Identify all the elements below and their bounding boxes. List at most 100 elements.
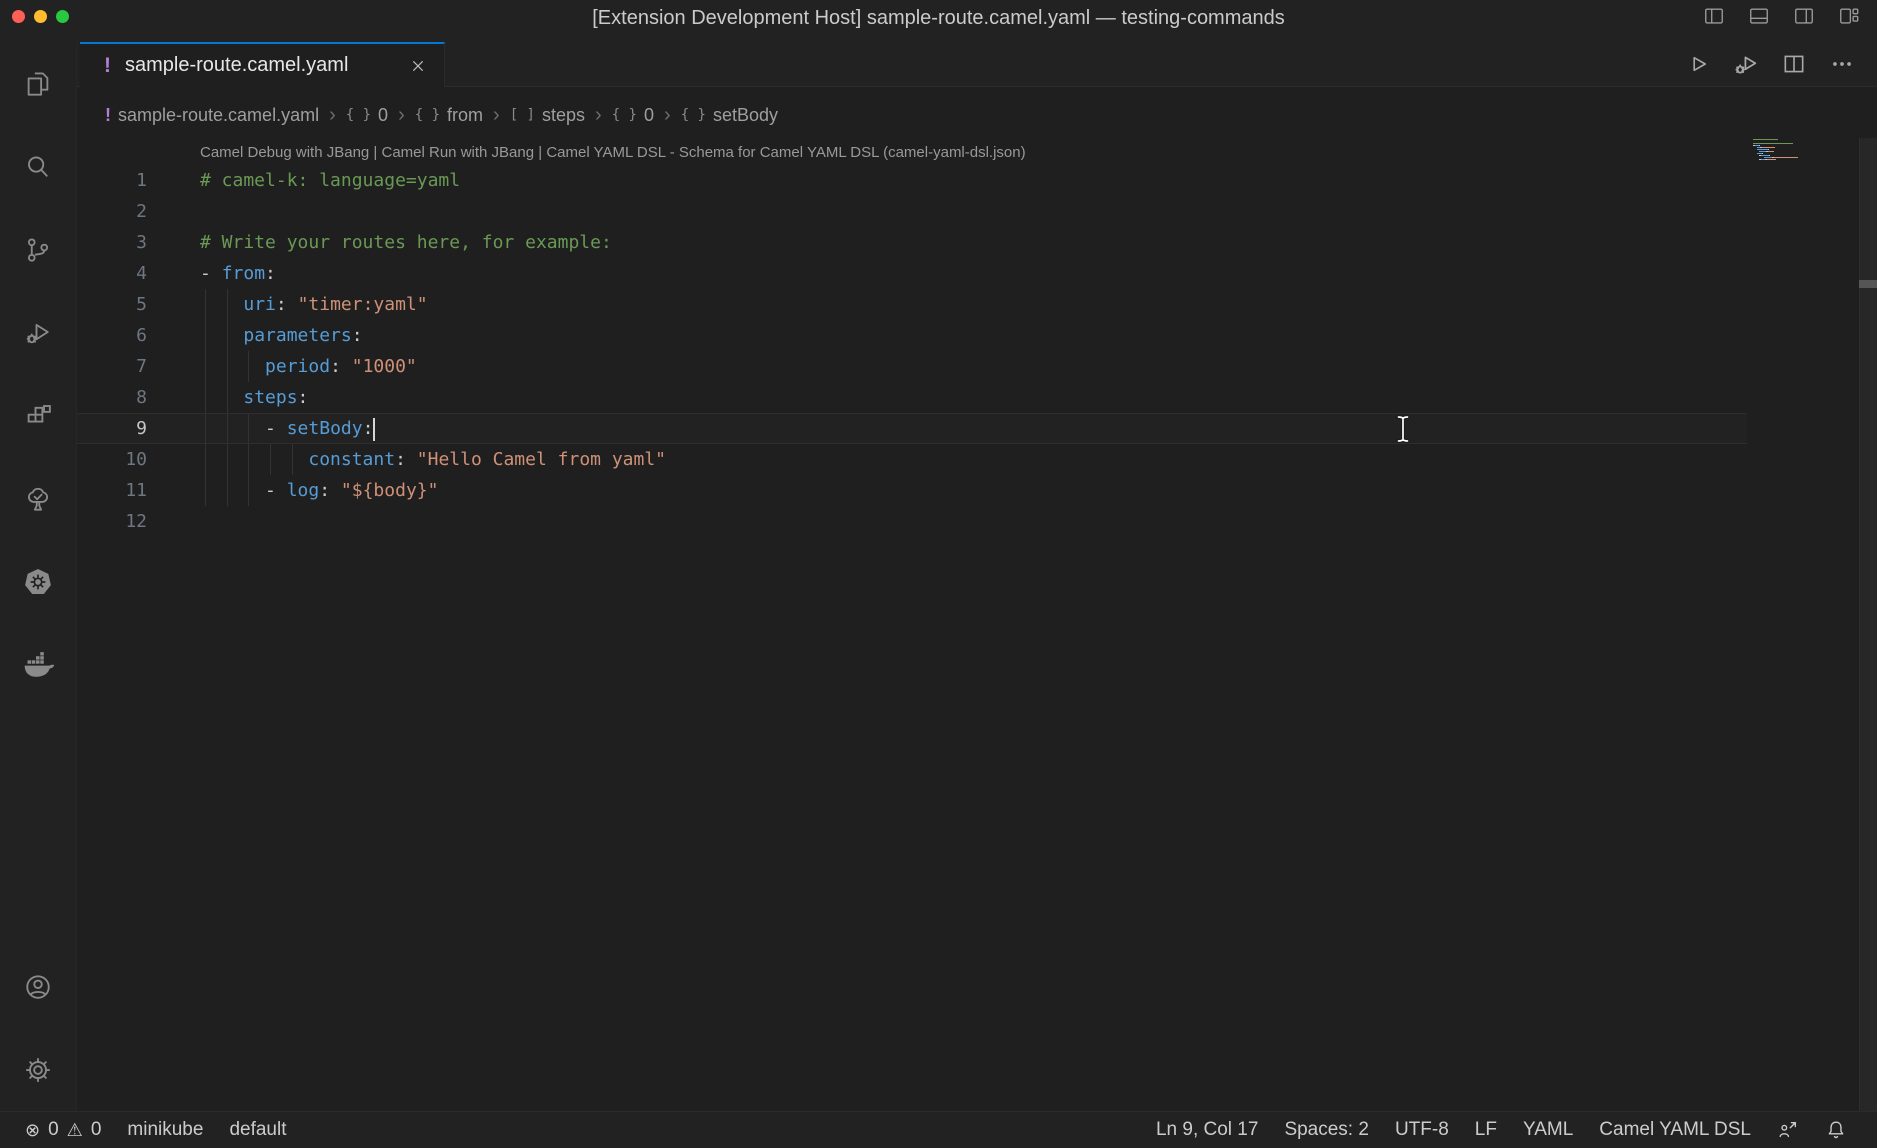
close-window-button[interactable] bbox=[12, 10, 25, 23]
minimize-window-button[interactable] bbox=[34, 10, 47, 23]
line-number[interactable]: 10 bbox=[77, 444, 147, 475]
code-line[interactable]: 8 steps: bbox=[77, 382, 1747, 413]
cursor-position[interactable]: Ln 9, Col 17 bbox=[1143, 1112, 1271, 1148]
extensions-icon[interactable] bbox=[0, 374, 76, 457]
run-debug-icon[interactable] bbox=[0, 291, 76, 374]
source-control-icon[interactable] bbox=[0, 208, 76, 291]
codelens-link-run[interactable]: Camel Run with JBang bbox=[382, 144, 535, 161]
layout-customize-icon[interactable] bbox=[1838, 5, 1860, 27]
tab-sample-route[interactable]: ! sample-route.camel.yaml bbox=[80, 42, 445, 87]
breadcrumb-item[interactable]: { }0 bbox=[346, 105, 388, 126]
code-line-current[interactable]: 9 - setBody: bbox=[77, 413, 1747, 444]
status-bar-right: Ln 9, Col 17 Spaces: 2 UTF-8 LF YAML Cam… bbox=[1143, 1112, 1860, 1148]
settings-gear-icon[interactable] bbox=[0, 1028, 76, 1111]
tab-label: sample-route.camel.yaml bbox=[125, 54, 348, 77]
camel-file-icon: ! bbox=[105, 105, 111, 126]
symbol-object-icon: { } bbox=[681, 107, 706, 123]
run-icon[interactable] bbox=[1684, 50, 1712, 78]
code-line[interactable]: 5 uri: "timer:yaml" bbox=[77, 289, 1747, 320]
code-line[interactable]: 2 bbox=[77, 196, 1747, 227]
kube-namespace[interactable]: default bbox=[216, 1112, 299, 1148]
code-line[interactable]: 11 - log: "${body}" bbox=[77, 475, 1747, 506]
indentation[interactable]: Spaces: 2 bbox=[1271, 1112, 1382, 1148]
account-icon[interactable] bbox=[0, 945, 76, 1028]
window-title: [Extension Development Host] sample-rout… bbox=[0, 7, 1877, 30]
search-icon[interactable] bbox=[0, 125, 76, 208]
more-actions-icon[interactable] bbox=[1828, 50, 1856, 78]
text-cursor bbox=[373, 418, 375, 441]
problems-indicator[interactable]: ⊗ 0 ⚠ 0 bbox=[12, 1112, 114, 1148]
line-number[interactable]: 7 bbox=[77, 351, 147, 382]
scrollbar-thumb[interactable] bbox=[1859, 280, 1877, 288]
language-mode[interactable]: YAML bbox=[1510, 1112, 1586, 1148]
symbol-object-icon: { } bbox=[612, 107, 637, 123]
chevron-right-icon: › bbox=[593, 104, 604, 127]
code-line[interactable]: 12 bbox=[77, 506, 1747, 537]
kubernetes-icon[interactable] bbox=[0, 540, 76, 623]
breadcrumb-file[interactable]: ! sample-route.camel.yaml bbox=[105, 105, 319, 126]
camel-file-icon: ! bbox=[104, 54, 111, 78]
line-number[interactable]: 1 bbox=[77, 165, 147, 196]
code-line[interactable]: 10 constant: "Hello Camel from yaml" bbox=[77, 444, 1747, 475]
zoom-window-button[interactable] bbox=[56, 10, 69, 23]
layout-panel-icon[interactable] bbox=[1748, 5, 1770, 27]
breadcrumb-file-label: sample-route.camel.yaml bbox=[118, 105, 319, 126]
line-number[interactable]: 4 bbox=[77, 258, 147, 289]
line-number[interactable]: 3 bbox=[77, 227, 147, 258]
bell-icon[interactable] bbox=[1812, 1112, 1860, 1148]
feedback-icon[interactable] bbox=[1764, 1112, 1812, 1148]
vscode-window: [Extension Development Host] sample-rout… bbox=[0, 0, 1877, 1148]
codelens-link-debug[interactable]: Camel Debug with JBang bbox=[200, 144, 369, 161]
eol-indicator[interactable]: LF bbox=[1462, 1112, 1510, 1148]
codelens-link-schema[interactable]: Camel YAML DSL - Schema for Camel YAML D… bbox=[546, 144, 1025, 161]
split-editor-icon[interactable] bbox=[1780, 50, 1808, 78]
window-traffic-lights bbox=[12, 5, 69, 23]
chevron-right-icon: › bbox=[662, 104, 673, 127]
error-icon: ⊗ bbox=[25, 1120, 40, 1141]
code-line[interactable]: 7 period: "1000" bbox=[77, 351, 1747, 382]
layout-sidebar-right-icon[interactable] bbox=[1793, 5, 1815, 27]
chevron-right-icon: › bbox=[396, 104, 407, 127]
codelens-separator: | bbox=[534, 144, 546, 161]
tab-bar: ! sample-route.camel.yaml bbox=[77, 42, 1877, 87]
code-area[interactable]: 1 # camel-k: language=yaml 2 3 # Write y… bbox=[77, 165, 1747, 537]
debug-run-icon[interactable] bbox=[1732, 50, 1760, 78]
layout-sidebar-left-icon[interactable] bbox=[1703, 5, 1725, 27]
test-tree-icon[interactable] bbox=[0, 457, 76, 540]
line-number[interactable]: 6 bbox=[77, 320, 147, 351]
line-number[interactable]: 2 bbox=[77, 196, 147, 227]
explorer-icon[interactable] bbox=[0, 42, 76, 125]
breadcrumb: ! sample-route.camel.yaml › { }0 › { }fr… bbox=[105, 100, 778, 130]
symbol-object-icon: { } bbox=[415, 107, 440, 123]
breadcrumb-item[interactable]: { }setBody bbox=[681, 105, 778, 126]
symbol-object-icon: { } bbox=[346, 107, 371, 123]
line-number[interactable]: 5 bbox=[77, 289, 147, 320]
code-line[interactable]: 6 parameters: bbox=[77, 320, 1747, 351]
close-icon[interactable] bbox=[406, 54, 430, 78]
error-count: 0 bbox=[48, 1119, 59, 1141]
line-number[interactable]: 12 bbox=[77, 506, 147, 537]
codelens-separator: | bbox=[369, 144, 381, 161]
editor-actions bbox=[1684, 50, 1856, 78]
code-line[interactable]: 3 # Write your routes here, for example: bbox=[77, 227, 1747, 258]
code-line[interactable]: 4 - from: bbox=[77, 258, 1747, 289]
docker-icon[interactable] bbox=[0, 623, 76, 706]
layout-controls bbox=[1703, 5, 1860, 27]
minimap[interactable] bbox=[1753, 139, 1853, 163]
warning-count: 0 bbox=[91, 1119, 102, 1141]
line-number[interactable]: 9 bbox=[77, 414, 147, 443]
warning-icon: ⚠ bbox=[67, 1120, 83, 1141]
kube-context[interactable]: minikube bbox=[114, 1112, 216, 1148]
breadcrumb-item[interactable]: { }0 bbox=[612, 105, 654, 126]
status-bar: ⊗ 0 ⚠ 0 minikube default Ln 9, Col 17 Sp… bbox=[0, 1111, 1877, 1148]
schema-indicator[interactable]: Camel YAML DSL bbox=[1586, 1112, 1764, 1148]
symbol-array-icon: [ ] bbox=[510, 107, 535, 123]
breadcrumb-item[interactable]: [ ]steps bbox=[510, 105, 585, 126]
encoding[interactable]: UTF-8 bbox=[1382, 1112, 1462, 1148]
code-line[interactable]: 1 # camel-k: language=yaml bbox=[77, 165, 1747, 196]
line-number[interactable]: 11 bbox=[77, 475, 147, 506]
breadcrumb-item[interactable]: { }from bbox=[415, 105, 483, 126]
chevron-right-icon: › bbox=[327, 104, 338, 127]
codelens: Camel Debug with JBang | Camel Run with … bbox=[200, 139, 1026, 165]
line-number[interactable]: 8 bbox=[77, 382, 147, 413]
